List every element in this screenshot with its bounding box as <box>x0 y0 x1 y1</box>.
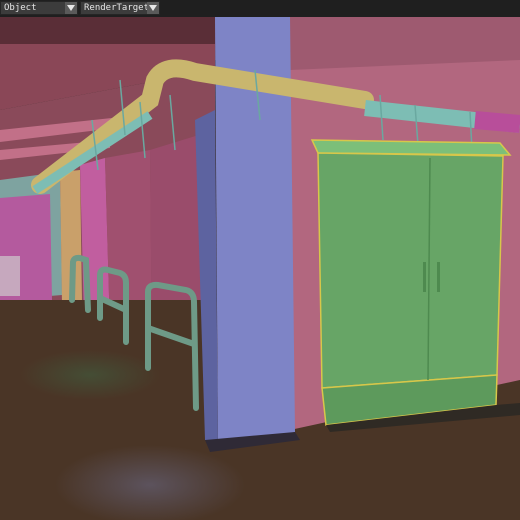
far-crate <box>0 256 20 296</box>
triangle-down-icon[interactable] <box>147 2 159 14</box>
pipe-magenta <box>474 111 520 133</box>
cabinet-body <box>317 152 504 389</box>
triangle-down-icon[interactable] <box>65 2 77 14</box>
floor-green-glow <box>20 350 160 400</box>
object-dropdown[interactable]: Object <box>0 1 78 15</box>
ceiling-beam <box>0 17 215 44</box>
cabinet-handle-right <box>437 262 440 292</box>
render-viewport[interactable] <box>0 17 520 520</box>
render-target-dropdown-value: RenderTargets <box>84 3 147 13</box>
cabinet-handle-left <box>423 262 426 292</box>
electrical-cabinet <box>310 139 520 432</box>
render-target-dropdown[interactable]: RenderTargets <box>80 1 160 15</box>
object-dropdown-value: Object <box>4 3 37 13</box>
viewport-toolbar: Object RenderTargets <box>0 0 520 17</box>
scene-render <box>0 17 520 520</box>
